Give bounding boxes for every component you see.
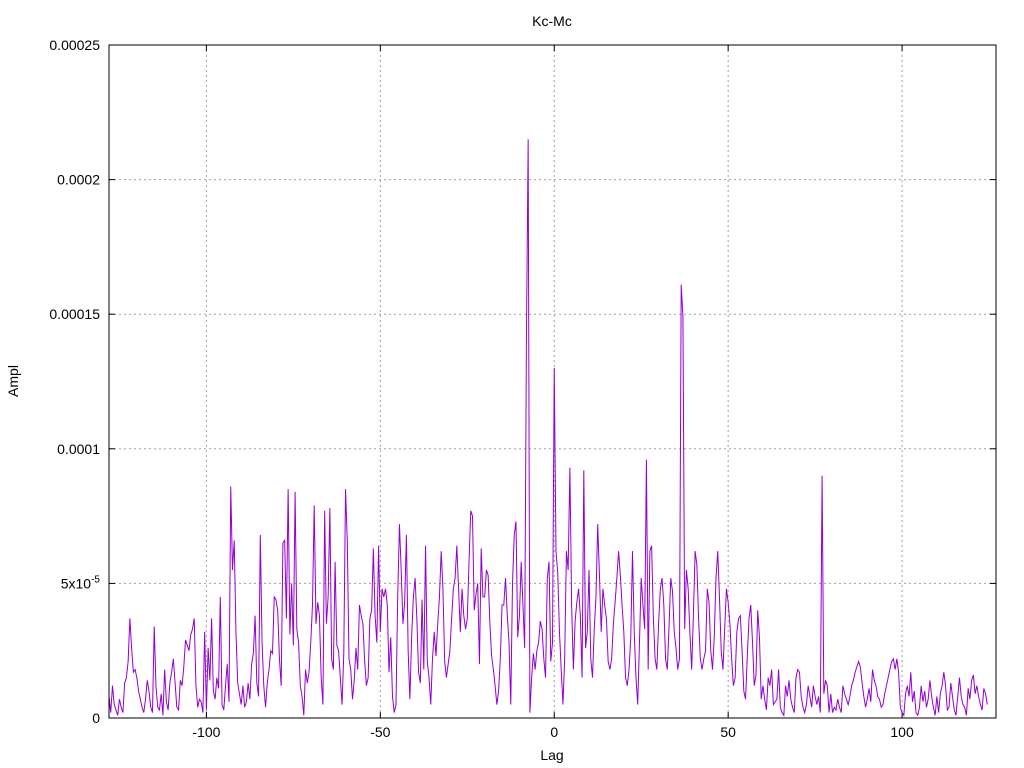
x-axis-label: Lag bbox=[540, 747, 563, 763]
x-tick-label: 0 bbox=[550, 724, 558, 740]
y-tick-label: 0 bbox=[92, 710, 100, 726]
chart: -100 -50 0 50 100 0 5x10-5 0.0001 0.00015 0.0002 0… bbox=[0, 0, 1024, 768]
y-tick-label: 0.0001 bbox=[57, 441, 100, 457]
y-tick-label-text: 0.00015 bbox=[49, 306, 100, 322]
x-tick-label: -50 bbox=[370, 724, 390, 740]
x-tick-label: 100 bbox=[890, 724, 914, 740]
y-tick-label-text: 5x10 bbox=[61, 575, 92, 591]
y-tick-label: 0.0002 bbox=[57, 172, 100, 188]
y-tick-label-text: 0 bbox=[92, 710, 100, 726]
chart-title: Kc-Mc bbox=[532, 13, 572, 29]
y-tick-label-exponent: -5 bbox=[91, 574, 100, 585]
y-tick-label: 0.00025 bbox=[49, 37, 100, 53]
y-tick-label-text: 0.00025 bbox=[49, 37, 100, 53]
y-tick-label-text: 0.0001 bbox=[57, 441, 100, 457]
y-tick-label-text: 0.0002 bbox=[57, 172, 100, 188]
y-axis-label: Ampl bbox=[5, 365, 21, 397]
x-tick-label: -100 bbox=[192, 724, 220, 740]
x-tick-label: 50 bbox=[720, 724, 736, 740]
y-tick-label: 0.00015 bbox=[49, 306, 100, 322]
